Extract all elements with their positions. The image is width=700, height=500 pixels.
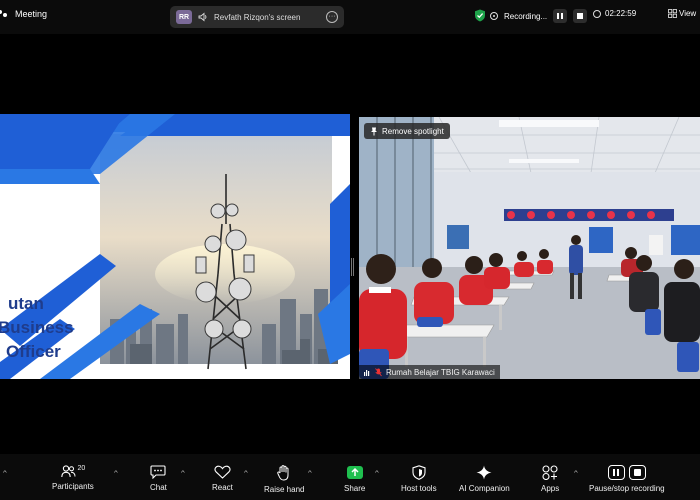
audio-level-icon bbox=[364, 370, 370, 376]
share-label: Revfath Rizqon's screen bbox=[214, 12, 301, 22]
participant-name-tag: Rumah Belajar TBIG Karawaci bbox=[359, 365, 500, 379]
stop-recording-icon bbox=[628, 465, 646, 480]
apps-options-caret[interactable]: ^ bbox=[574, 469, 578, 475]
participants-count: 20 bbox=[77, 465, 86, 472]
recording-icon bbox=[490, 12, 498, 20]
host-tools-label: Host tools bbox=[401, 484, 437, 493]
view-menu[interactable]: View bbox=[668, 9, 696, 18]
clock-icon bbox=[593, 9, 601, 18]
shared-screen[interactable]: utan Business Officer An bbox=[0, 114, 350, 379]
pin-icon bbox=[371, 127, 377, 135]
pause-stop-recording-button[interactable]: Pause/stop recording bbox=[589, 465, 665, 493]
raise-hand-options-caret[interactable]: ^ bbox=[308, 469, 312, 475]
more-options-icon[interactable]: ··· bbox=[326, 11, 338, 23]
recording-indicator: Recording... bbox=[490, 9, 588, 23]
share-button[interactable]: Share bbox=[344, 465, 365, 493]
share-screen-icon bbox=[346, 466, 363, 479]
speaker-icon bbox=[198, 12, 207, 22]
recording-label: Recording... bbox=[504, 11, 548, 21]
pause-recording-icon bbox=[607, 465, 625, 480]
react-options-caret[interactable]: ^ bbox=[244, 469, 248, 475]
meeting-toolbar: ^ 20 Participants ^ Chat ^ React ^ Raise… bbox=[0, 454, 700, 500]
raise-hand-label: Raise hand bbox=[264, 485, 305, 494]
chat-label: Chat bbox=[150, 483, 167, 492]
split-view-drag-handle[interactable] bbox=[351, 258, 354, 276]
participant-name: Rumah Belajar TBIG Karawaci bbox=[386, 367, 495, 377]
share-options-caret[interactable]: ^ bbox=[375, 469, 379, 475]
apps-icon bbox=[542, 465, 558, 480]
slide-line-2: Business bbox=[0, 318, 74, 337]
raise-hand-icon bbox=[277, 465, 289, 481]
pause-recording-button[interactable] bbox=[553, 9, 568, 23]
participants-options-caret[interactable]: ^ bbox=[114, 469, 118, 475]
participants-icon bbox=[60, 465, 75, 478]
view-label: View bbox=[679, 9, 697, 18]
react-label: React bbox=[212, 483, 233, 492]
chat-icon bbox=[150, 465, 167, 479]
chat-button[interactable]: Chat bbox=[150, 465, 167, 492]
ai-companion-label: AI Companion bbox=[459, 484, 510, 493]
classroom-video-frame bbox=[359, 117, 700, 379]
meeting-logo-icon bbox=[0, 9, 9, 19]
heart-icon bbox=[214, 465, 231, 479]
muted-mic-icon bbox=[375, 367, 382, 376]
raise-hand-button[interactable]: Raise hand bbox=[264, 465, 304, 494]
window-title: Meeting bbox=[15, 9, 48, 19]
presenter-avatar: RR bbox=[176, 10, 192, 24]
apps-button[interactable]: Apps bbox=[541, 465, 559, 493]
audio-options-caret[interactable]: ^ bbox=[3, 469, 7, 475]
view-grid-icon bbox=[668, 9, 677, 18]
host-tools-shield-icon bbox=[412, 465, 426, 480]
share-label: Share bbox=[344, 484, 366, 493]
participant-video[interactable]: Remove spotlight Rumah Belajar TBIG Kara… bbox=[359, 117, 700, 379]
pause-stop-recording-label: Pause/stop recording bbox=[589, 484, 665, 493]
slide-line-1: utan bbox=[8, 294, 44, 313]
screen-share-indicator[interactable]: RR Revfath Rizqon's screen ··· bbox=[170, 6, 344, 28]
slide-title: utan Business Officer An bbox=[0, 292, 74, 379]
participants-label: Participants bbox=[52, 482, 94, 491]
security-shield-icon[interactable] bbox=[474, 9, 486, 22]
elapsed-time: 02:22:59 bbox=[605, 9, 637, 18]
ai-sparkle-icon bbox=[476, 465, 492, 480]
apps-label: Apps bbox=[541, 484, 560, 493]
top-bar: Meeting RR Revfath Rizqon's screen ··· R… bbox=[0, 0, 700, 34]
participants-button[interactable]: 20 Participants bbox=[52, 465, 94, 491]
meeting-timer: 02:22:59 bbox=[593, 9, 636, 18]
app-title: Meeting bbox=[0, 9, 47, 19]
spotlight-label: Remove spotlight bbox=[382, 126, 444, 136]
react-button[interactable]: React bbox=[212, 465, 233, 492]
stop-recording-button[interactable] bbox=[573, 9, 588, 23]
slide-line-3: Officer bbox=[6, 342, 61, 361]
slide-line-4: An bbox=[8, 374, 74, 379]
host-tools-button[interactable]: Host tools bbox=[401, 465, 437, 493]
ai-companion-button[interactable]: AI Companion bbox=[459, 465, 510, 493]
remove-spotlight-button[interactable]: Remove spotlight bbox=[364, 123, 450, 139]
chat-options-caret[interactable]: ^ bbox=[181, 469, 185, 475]
